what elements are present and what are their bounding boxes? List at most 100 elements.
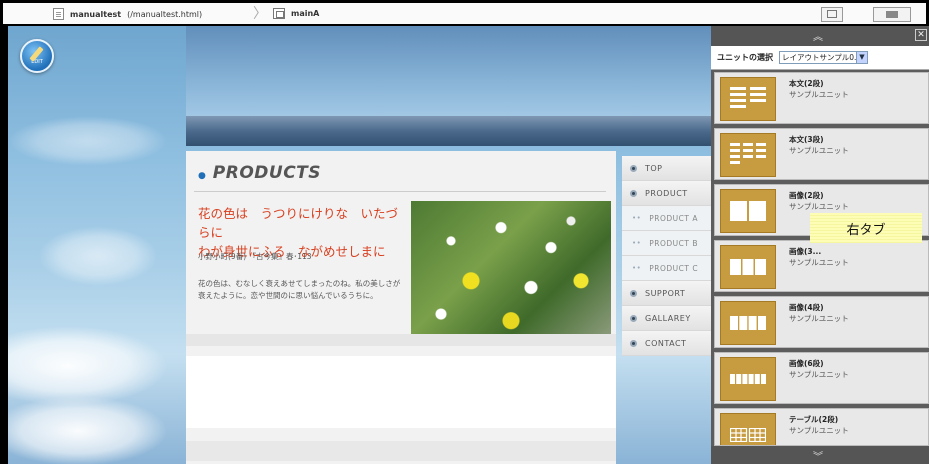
file-path: (/manualtest.html) [127, 9, 203, 19]
unit-item[interactable]: 本文(2段) サンプルユニット [714, 72, 929, 124]
file-breadcrumb[interactable]: manualtest (/manualtest.html) [53, 8, 202, 20]
dots-icon: •• [632, 264, 642, 272]
nav-item-product-b[interactable]: •• PRODUCT B [622, 231, 712, 256]
unit-item[interactable]: 画像(3... サンプルユニット [714, 240, 929, 292]
unit-item[interactable]: テーブル(2段) サンプルユニット [714, 408, 929, 446]
frame-icon [273, 8, 285, 19]
unit-select-label: ユニットの選択 [717, 53, 773, 62]
unit-name: 画像(6段) [789, 359, 824, 368]
chevron-right-icon: 〉 [253, 5, 267, 22]
unit-item[interactable]: 本文(3段) サンプルユニット [714, 128, 929, 180]
panel-header: ︽ ✕ [711, 26, 929, 46]
unit-sub: サンプルユニット [789, 258, 849, 267]
monitor-view-button[interactable] [821, 7, 843, 22]
unit-select[interactable]: レイアウトサンプル0.2 ▼ [779, 51, 868, 64]
unit-panel: ︽ ✕ ユニットの選択 レイアウトサンプル0.2 ▼ 本文(2段) サンプルユニ… [711, 26, 929, 464]
unit-sub: サンプルユニット [789, 90, 849, 99]
unit-item[interactable]: 画像(4段) サンプルユニット [714, 296, 929, 348]
unit-sub: サンプルユニット [789, 202, 849, 211]
image-3col-icon [720, 245, 776, 289]
unit-sub: サンプルユニット [789, 370, 849, 379]
nav-item-contact[interactable]: CONTACT [622, 331, 712, 356]
unit-select-value: レイアウトサンプル0.2 [782, 53, 862, 62]
cloud [38, 226, 158, 286]
text-3col-icon [720, 133, 776, 177]
edit-label: EDIT [31, 59, 43, 65]
chevron-up-icon[interactable]: ︽ [813, 28, 823, 43]
cloud [8, 396, 168, 464]
image-2col-icon [720, 189, 776, 233]
nav-item-support[interactable]: SUPPORT [622, 281, 712, 306]
content-footer [186, 441, 616, 461]
nav-label: TOP [645, 163, 663, 173]
nav-label: PRODUCT C [649, 263, 699, 273]
unit-name: テーブル(2段) [789, 415, 839, 424]
unit-sub: サンプルユニット [789, 426, 849, 435]
monitor-icon [827, 10, 837, 18]
nav-item-gallarey[interactable]: GALLAREY [622, 306, 712, 331]
unit-name: 画像(4段) [789, 303, 824, 312]
title-dot-icon: ● [198, 171, 207, 181]
top-toolbar: manualtest (/manualtest.html) 〉 mainA [0, 0, 929, 26]
nav-label: CONTACT [645, 338, 687, 348]
close-icon[interactable]: ✕ [915, 29, 927, 41]
nav-item-product[interactable]: PRODUCT [622, 181, 712, 206]
bullet-icon [630, 339, 637, 347]
document-icon [53, 8, 64, 20]
panel-icon [886, 11, 898, 18]
poem-line: 花の色は うつりにけりな いたづらに [198, 206, 399, 240]
content-area: ● PRODUCTS 花の色は うつりにけりな いたづらに わが身世にふる なが… [186, 151, 616, 464]
frame-breadcrumb[interactable]: 〉 mainA [253, 5, 320, 22]
dots-icon: •• [632, 214, 642, 222]
nav-item-product-c[interactable]: •• PRODUCT C [622, 256, 712, 281]
text-2col-icon [720, 77, 776, 121]
nav-label: GALLAREY [645, 313, 691, 323]
right-tab-tooltip: 右タブ [810, 213, 922, 243]
nav-label: PRODUCT [645, 188, 688, 198]
chevron-down-double-icon[interactable]: ︾ [813, 448, 823, 463]
nav-item-top[interactable]: TOP [622, 156, 712, 181]
cloud [8, 326, 168, 406]
unit-name: 本文(3段) [789, 135, 824, 144]
unit-sub: サンプルユニット [789, 146, 849, 155]
bullet-icon [630, 189, 637, 197]
frame-name: mainA [291, 9, 320, 18]
nav-label: SUPPORT [645, 288, 686, 298]
page-title: ● PRODUCTS [198, 163, 321, 183]
content-box [186, 356, 616, 428]
dots-icon: •• [632, 239, 642, 247]
cloud [8, 116, 168, 166]
table-2col-icon [720, 413, 776, 445]
unit-name: 本文(2段) [789, 79, 824, 88]
page-title-text: PRODUCTS [212, 163, 322, 183]
file-name: manualtest [70, 9, 122, 19]
nav-item-product-a[interactable]: •• PRODUCT A [622, 206, 712, 231]
poem-description: 花の色は、むなしく衰えあせてしまったのね。私の美しさが 衰えたように。恋や世間の… [198, 278, 408, 302]
unit-item[interactable]: 画像(6段) サンプルユニット [714, 352, 929, 404]
edit-button[interactable]: EDIT [20, 39, 54, 73]
image-4col-icon [720, 301, 776, 345]
description-line: 衰えたように。恋や世間のに思い悩んでいるうちに。 [198, 291, 378, 300]
unit-sub: サンプルユニット [789, 314, 849, 323]
bullet-icon [630, 164, 637, 172]
bullet-icon [630, 289, 637, 297]
unit-select-row: ユニットの選択 レイアウトサンプル0.2 ▼ [711, 46, 929, 70]
description-line: 花の色は、むなしく衰えあせてしまったのね。私の美しさが [198, 279, 401, 288]
panel-footer: ︾ [711, 446, 929, 464]
panel-view-button[interactable] [873, 7, 911, 22]
image-6col-icon [720, 357, 776, 401]
poem-author: 小野小町(9番) 『古今集』春･113 [198, 252, 312, 261]
nav-label: PRODUCT A [649, 213, 699, 223]
nav-label: PRODUCT B [649, 238, 699, 248]
left-border [0, 26, 8, 464]
unit-name: 画像(3... [789, 247, 822, 256]
bullet-icon [630, 314, 637, 322]
site-header-image [186, 26, 713, 116]
chevron-down-icon: ▼ [856, 52, 867, 63]
divider [194, 191, 606, 192]
content-separator [186, 334, 616, 346]
flower-photo [411, 201, 611, 334]
site-nav: TOP PRODUCT •• PRODUCT A •• PRODUCT B •• PR… [622, 156, 712, 356]
site-header-bar [186, 116, 713, 146]
site-preview: ● PRODUCTS 花の色は うつりにけりな いたづらに わが身世にふる なが… [186, 26, 713, 464]
